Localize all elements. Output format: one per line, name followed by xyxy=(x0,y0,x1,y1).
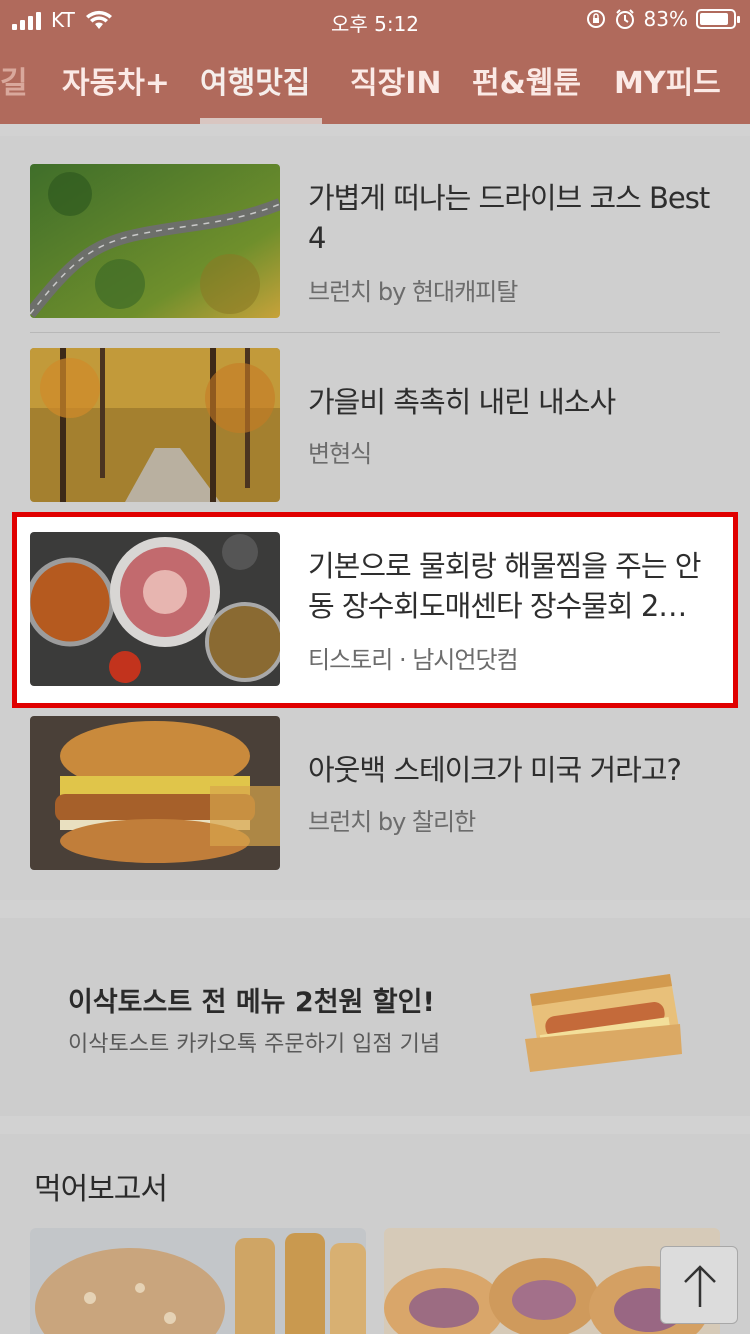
active-tab-indicator xyxy=(200,118,322,124)
battery-percent: 83% xyxy=(643,7,688,31)
article-source: 브런치 by 찰리한 xyxy=(308,808,476,836)
article-card[interactable]: 가볍게 떠나는 드라이브 코스 Best 4 브런치 by 현대캐피탈 xyxy=(0,150,750,320)
article-title: 가볍게 떠나는 드라이브 코스 Best 4 xyxy=(308,181,710,255)
rotation-lock-icon xyxy=(586,10,605,28)
category-tabs: 길 자동차+ 여행맛집 직장IN 펀&웹툰 MY피드 xyxy=(0,58,750,108)
tab-my-feed[interactable]: MY피드 xyxy=(614,58,721,102)
tab-prev[interactable]: 길 xyxy=(0,58,28,102)
article-card[interactable]: 가을비 촉촉히 내린 내소사 변현식 xyxy=(0,334,750,504)
article-thumbnail xyxy=(30,348,280,502)
article-thumbnail xyxy=(30,532,280,686)
article-thumbnail xyxy=(30,716,280,870)
article-card-highlighted[interactable]: 기본으로 물회랑 해물찜을 주는 안 동 장수회도매센타 장수물회 2… 티스토… xyxy=(0,518,750,688)
tab-auto[interactable]: 자동차+ xyxy=(62,58,170,102)
article-source: 변현식 xyxy=(308,440,372,468)
ad-subtitle: 이삭토스트 카카오톡 주문하기 입점 기념 xyxy=(68,1032,441,1057)
food-image-1[interactable] xyxy=(30,1228,366,1334)
article-source: 브런치 by 현대캐피탈 xyxy=(308,278,518,306)
alarm-icon xyxy=(615,9,634,29)
ad-title: 이삭토스트 전 메뉴 2천원 할인! xyxy=(68,987,435,1018)
toast-image xyxy=(525,974,682,1072)
battery-icon xyxy=(696,9,740,29)
tab-work[interactable]: 직장IN xyxy=(350,58,441,102)
divider xyxy=(30,332,720,333)
tab-travel-food[interactable]: 여행맛집 xyxy=(200,58,310,102)
article-title: 기본으로 물회랑 해물찜을 주는 안 동 장수회도매센타 장수물회 2… xyxy=(308,549,701,623)
article-title: 아웃백 스테이크가 미국 거라고? xyxy=(308,753,682,787)
scroll-to-top-button[interactable] xyxy=(660,1246,738,1324)
tab-fun-webtoon[interactable]: 펀&웹툰 xyxy=(472,58,581,102)
article-card[interactable]: 아웃백 스테이크가 미국 거라고? 브런치 by 찰리한 xyxy=(0,702,750,872)
section-mukeobogoseo: 먹어보고서 xyxy=(0,1134,750,1334)
app-header: KT 오후 5:12 83% 길 자동차+ 여행맛집 직장IN 펀&웹툰 MY피… xyxy=(0,0,750,124)
article-title: 가을비 촉촉히 내린 내소사 xyxy=(308,385,616,419)
status-bar: KT 오후 5:12 83% xyxy=(0,0,750,40)
section-title: 먹어보고서 xyxy=(34,1172,168,1207)
article-source: 티스토리 · 남시언닷컴 xyxy=(308,646,519,674)
article-thumbnail xyxy=(30,164,280,318)
ad-banner[interactable]: 이삭토스트 전 메뉴 2천원 할인! 이삭토스트 카카오톡 주문하기 입점 기념 xyxy=(0,918,750,1116)
arrow-up-icon xyxy=(684,1265,716,1307)
